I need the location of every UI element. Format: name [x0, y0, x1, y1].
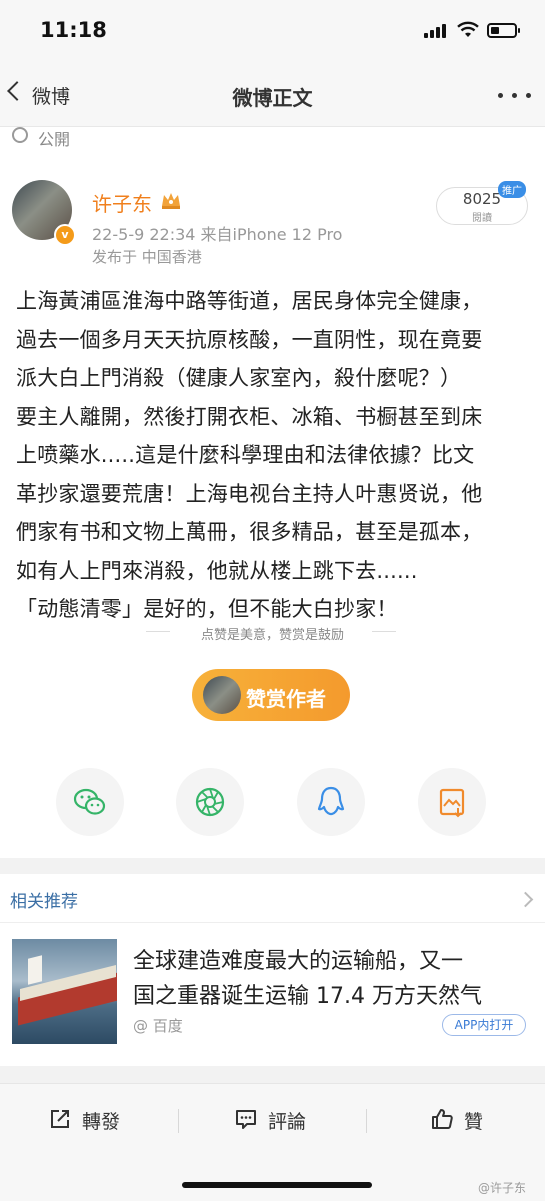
recommend-title: 相关推荐: [10, 892, 78, 912]
post-body-line: 革抄家還要荒唐！上海电视台主持人叶惠贤说，他: [16, 481, 483, 506]
wechat-icon: [73, 788, 106, 815]
like-button[interactable]: 贊: [464, 1107, 483, 1134]
author-name[interactable]: 许子东: [92, 188, 152, 217]
status-time: 11:18: [40, 18, 107, 42]
post-body-line: 派大白上門消殺（健康人家室內，殺什麼呢？）: [16, 366, 462, 390]
post-body-line: 如有人上門來消殺，他就从楼上跳下去......: [16, 558, 418, 583]
divider: [0, 922, 545, 923]
page-title: 微博正文: [232, 86, 313, 110]
verified-badge: v: [54, 224, 76, 246]
post-body: 上海黃浦區淮海中路等街道，居民身体完全健康， 過去一個多月天天抗原核酸，一直阴性…: [16, 282, 531, 629]
post-body-line: 上海黃浦區淮海中路等街道，居民身体完全健康，: [16, 289, 483, 313]
recommend-source: @ 百度: [133, 1017, 183, 1035]
recommend-headline-line[interactable]: 国之重器诞生运输 17.4 万方天然气: [133, 979, 533, 1014]
globe-icon: [12, 127, 28, 143]
post-body-line: 們家有书和文物上萬冊，很多精品，甚至是孤本，: [16, 520, 483, 544]
recommend-headline[interactable]: 全球建造难度最大的运输船，又一 国之重器诞生运输 17.4 万方天然气: [133, 944, 533, 1014]
post-body-line: 「动態清零」是好的，但不能大白抄家！: [16, 597, 398, 621]
post-body-line: 要主人離開，然後打開衣柜、冰箱、书橱甚至到床: [16, 404, 483, 429]
like-thumb-icon[interactable]: [430, 1107, 454, 1131]
home-indicator: [182, 1182, 372, 1188]
visibility-label: 公開: [38, 130, 71, 149]
battery-icon: [487, 23, 520, 38]
post-body-line: 上喷藥水.....這是什麼科學理由和法律依據？比文: [16, 443, 475, 467]
recommend-headline-line[interactable]: 全球建造难度最大的运输船，又一: [133, 944, 533, 979]
read-label: 閱讀: [472, 213, 492, 224]
chevron-right-icon[interactable]: [517, 891, 534, 908]
repost-button[interactable]: 轉發: [82, 1107, 120, 1134]
comment-button[interactable]: 評論: [268, 1107, 306, 1134]
comment-icon[interactable]: [234, 1107, 258, 1131]
reward-avatar: [203, 676, 241, 714]
signal-icon: [424, 22, 450, 38]
post-meta: 22-5-9 22:34 来自iPhone 12 Pro: [92, 225, 343, 244]
qq-icon: [317, 786, 345, 816]
divider: [366, 1109, 367, 1133]
save-image-icon: [439, 788, 465, 818]
crown-icon: [162, 193, 180, 209]
reward-caption: 点赞是美意，赞赏是鼓励: [200, 628, 344, 643]
post-location: 发布于 中国香港: [92, 248, 202, 266]
section-divider: [0, 858, 545, 874]
recommend-thumbnail[interactable]: [12, 939, 117, 1044]
save-image-button[interactable]: [418, 768, 486, 836]
repost-icon[interactable]: [48, 1107, 72, 1131]
more-icon[interactable]: [498, 93, 532, 99]
share-moments-button[interactable]: [176, 768, 244, 836]
section-divider: [0, 1066, 545, 1083]
share-qq-button[interactable]: [297, 768, 365, 836]
wifi-icon: [457, 21, 479, 37]
divider: [178, 1109, 179, 1133]
moments-icon: [195, 787, 225, 817]
reward-button-label[interactable]: 赞赏作者: [246, 683, 326, 712]
post-body-line: 過去一個多月天天抗原核酸，一直阴性，现在竟要: [16, 327, 483, 352]
open-in-app-button[interactable]: APP内打开: [442, 1014, 526, 1036]
share-wechat-button[interactable]: [56, 768, 124, 836]
promo-tag[interactable]: 推广: [498, 181, 526, 198]
watermark: @许子东: [478, 1181, 527, 1195]
